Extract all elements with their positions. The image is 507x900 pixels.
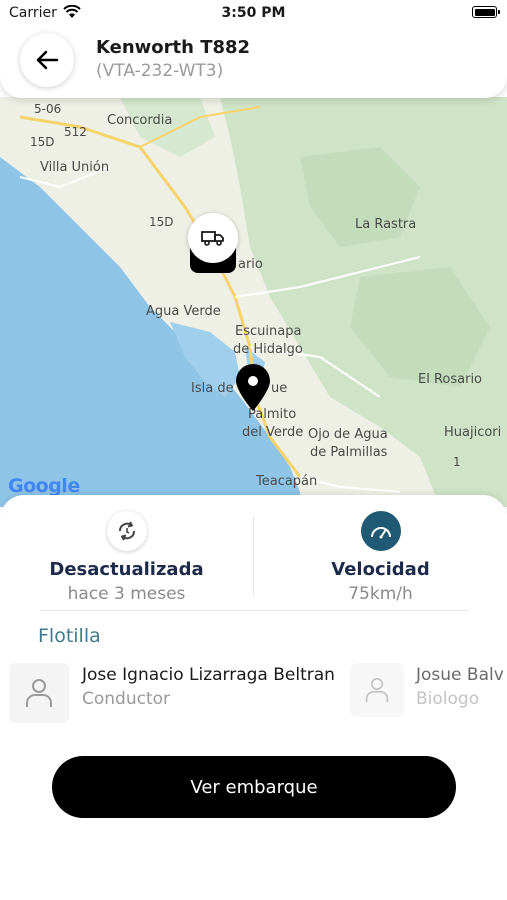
clock: 3:50 PM <box>221 5 286 21</box>
map-label: Huajicori <box>444 425 502 440</box>
map-label: El Rosario <box>418 372 483 387</box>
status-stat: Desactualizada hace 3 meses <box>0 511 253 604</box>
map-label: Ojo de Agua <box>308 427 388 442</box>
map-label: 1 <box>453 455 461 469</box>
view-shipment-button[interactable]: Ver embarque <box>52 756 456 818</box>
vehicle-details-sheet: Desactualizada hace 3 meses Velocidad 75… <box>0 495 507 900</box>
google-logo: Google <box>8 475 80 497</box>
member-role: Biologo <box>416 689 480 709</box>
member-name: Jose Ignacio Lizarraga Beltran <box>82 665 335 685</box>
member-name: Josue Balv <box>416 665 504 685</box>
speed-value: 75km/h <box>348 584 413 604</box>
map[interactable]: 5-06 512 15D Concordia Villa Unión 15D L… <box>0 97 507 507</box>
vehicle-plate: (VTA-232-WT3) <box>96 61 224 81</box>
map-label: ue <box>271 381 288 396</box>
map-label: 15D <box>149 215 174 229</box>
user-icon <box>9 663 69 723</box>
vehicle-title: Kenworth T882 <box>96 37 251 58</box>
sync-icon <box>106 511 147 551</box>
arrow-left-icon <box>36 50 59 70</box>
map-label: Villa Unión <box>40 160 110 175</box>
speed-stat: Velocidad 75km/h <box>254 511 507 604</box>
section-divider <box>40 610 468 611</box>
map-label: 15D <box>30 135 55 149</box>
status-time: hace 3 meses <box>67 584 186 604</box>
truck-marker[interactable] <box>188 213 238 263</box>
map-background <box>0 97 507 507</box>
truck-icon <box>201 231 224 246</box>
map-label: Escuinapa <box>235 324 302 339</box>
map-label: del Verde <box>242 425 304 440</box>
map-label: de Palmillas <box>310 445 388 460</box>
map-label: 5-06 <box>34 102 62 116</box>
back-button[interactable] <box>20 33 74 87</box>
status-label: Desactualizada <box>49 559 204 580</box>
speedometer-icon <box>360 511 401 551</box>
header: Kenworth T882 (VTA-232-WT3) <box>0 28 507 98</box>
map-label: de Hidalgo <box>233 342 303 357</box>
user-icon <box>350 663 404 717</box>
battery-icon <box>472 6 500 18</box>
map-label: Teacapán <box>256 474 318 489</box>
status-bar: Carrier 3:50 PM <box>0 0 507 28</box>
map-label: ario <box>238 257 263 272</box>
speed-label: Velocidad <box>331 559 430 580</box>
fleet-member-card[interactable]: Josue Balv Biologo <box>350 663 507 723</box>
map-label: Concordia <box>107 113 173 128</box>
fleet-title: Flotilla <box>38 625 101 647</box>
location-pin-icon[interactable] <box>233 363 273 413</box>
map-label: Agua Verde <box>146 304 221 319</box>
member-role: Conductor <box>82 689 171 709</box>
map-label: 512 <box>64 125 87 139</box>
map-label: La Rastra <box>355 217 417 232</box>
fleet-member-card[interactable]: Jose Ignacio Lizarraga Beltran Conductor <box>9 663 389 723</box>
map-label: Isla de <box>191 381 234 396</box>
